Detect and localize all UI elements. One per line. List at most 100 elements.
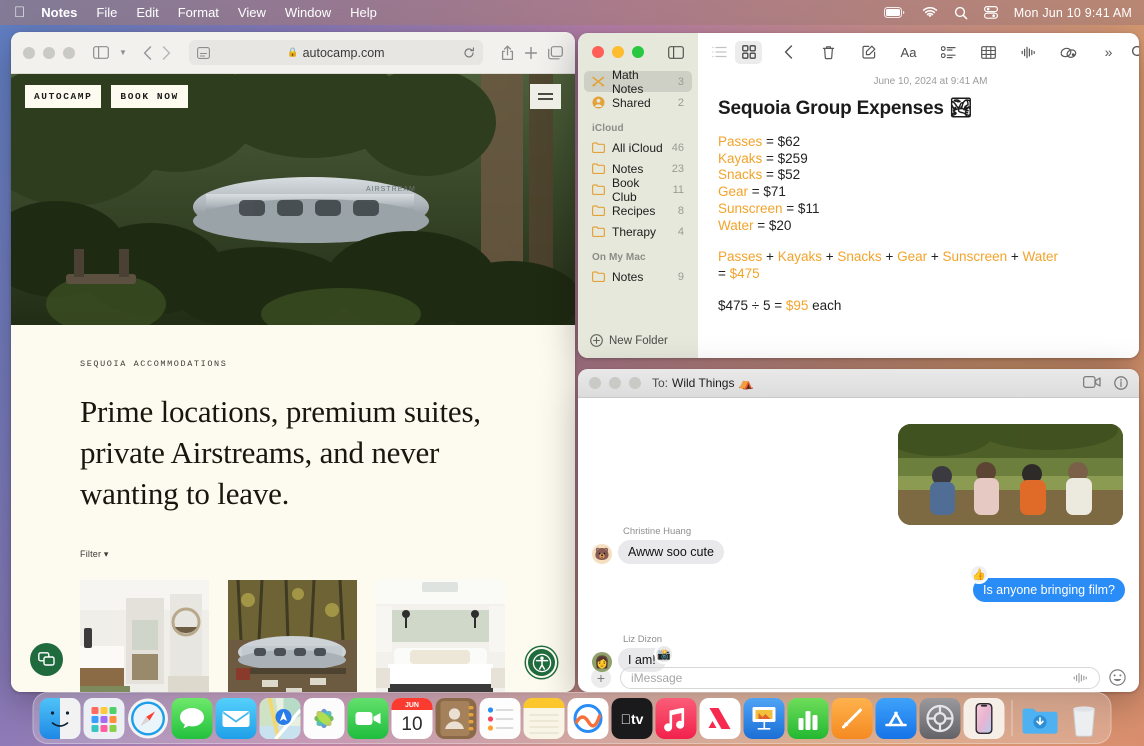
thumbnail-item[interactable] bbox=[376, 580, 505, 692]
reload-icon[interactable] bbox=[463, 47, 475, 59]
sidebar-toggle-icon[interactable] bbox=[668, 46, 684, 59]
sidebar-folder-local-notes[interactable]: Notes 9 bbox=[584, 266, 692, 287]
sidebar-folder-therapy[interactable]: Therapy 4 bbox=[584, 221, 692, 242]
tapback-thumbsup[interactable]: 👍 bbox=[969, 564, 989, 584]
minimize-button[interactable] bbox=[609, 377, 621, 389]
dock-item-messages[interactable] bbox=[172, 698, 213, 739]
dock-item-calendar[interactable]: JUN10 bbox=[392, 698, 433, 739]
sidebar-folder-all-icloud[interactable]: All iCloud 46 bbox=[584, 137, 692, 158]
dock-item-news[interactable] bbox=[700, 698, 741, 739]
message-input[interactable]: iMessage bbox=[620, 667, 1100, 689]
site-logo[interactable]: AUTOCAMP bbox=[25, 85, 101, 108]
menu-item-app[interactable]: Notes bbox=[41, 5, 77, 20]
minimize-button[interactable] bbox=[43, 47, 55, 59]
markup-link-icon[interactable] bbox=[1055, 41, 1082, 64]
hamburger-menu-icon[interactable] bbox=[530, 84, 561, 109]
menu-item-file[interactable]: File bbox=[96, 5, 117, 20]
search-icon[interactable] bbox=[1124, 41, 1139, 64]
book-now-button[interactable]: BOOK NOW bbox=[111, 85, 187, 108]
menu-item-edit[interactable]: Edit bbox=[136, 5, 158, 20]
dock-item-finder[interactable] bbox=[40, 698, 81, 739]
audio-icon[interactable] bbox=[1015, 41, 1042, 64]
dock-item-tv[interactable]: tv bbox=[612, 698, 653, 739]
window-controls[interactable] bbox=[23, 47, 75, 59]
recipient-field[interactable]: To: Wild Things ⛺️ bbox=[652, 376, 753, 390]
menu-bar-clock[interactable]: Mon Jun 10 9:41 AM bbox=[1014, 6, 1132, 20]
tapback-camera[interactable]: 📸 bbox=[654, 644, 674, 664]
accessibility-fab-button[interactable] bbox=[526, 647, 557, 678]
menu-item-format[interactable]: Format bbox=[178, 5, 219, 20]
dock-item-pages[interactable] bbox=[832, 698, 873, 739]
info-circle-icon[interactable] bbox=[1114, 376, 1128, 390]
trash-icon[interactable] bbox=[815, 41, 842, 64]
chat-fab-button[interactable] bbox=[30, 643, 63, 676]
facetime-video-icon[interactable] bbox=[1083, 376, 1101, 390]
back-button[interactable] bbox=[143, 46, 152, 60]
menu-item-help[interactable]: Help bbox=[350, 5, 377, 20]
dock-item-maps[interactable] bbox=[260, 698, 301, 739]
dock-item-music[interactable] bbox=[656, 698, 697, 739]
dock-item-facetime[interactable] bbox=[348, 698, 389, 739]
dock-item-photos[interactable] bbox=[304, 698, 345, 739]
control-center-icon[interactable] bbox=[984, 6, 998, 19]
chevron-down-icon[interactable]: ▼ bbox=[119, 48, 127, 57]
emoji-smiley-icon[interactable] bbox=[1109, 669, 1126, 686]
zoom-button[interactable] bbox=[632, 46, 644, 58]
new-tab-icon[interactable] bbox=[524, 46, 538, 60]
dock-item-trash[interactable] bbox=[1064, 698, 1105, 739]
more-chevrons-icon[interactable]: » bbox=[1095, 41, 1122, 64]
dock-item-app-store[interactable] bbox=[876, 698, 917, 739]
close-button[interactable] bbox=[589, 377, 601, 389]
dock-item-safari[interactable] bbox=[128, 698, 169, 739]
compose-icon[interactable] bbox=[855, 41, 882, 64]
zoom-button[interactable] bbox=[629, 377, 641, 389]
tab-overview-icon[interactable] bbox=[548, 46, 563, 60]
sidebar-folder-book-club[interactable]: Book Club 11 bbox=[584, 179, 692, 200]
reader-icon[interactable] bbox=[197, 47, 210, 59]
format-aa-icon[interactable]: Aa bbox=[895, 41, 922, 64]
dock-item-numbers[interactable] bbox=[788, 698, 829, 739]
dock-item-launchpad[interactable] bbox=[84, 698, 125, 739]
sidebar-item-shared[interactable]: Shared 2 bbox=[584, 92, 692, 113]
dock-item-downloads[interactable] bbox=[1020, 698, 1061, 739]
photo-message-attachment[interactable] bbox=[898, 424, 1123, 525]
back-icon[interactable] bbox=[775, 41, 802, 64]
audio-waveform-icon[interactable] bbox=[1073, 672, 1089, 684]
thumbnail-item[interactable] bbox=[80, 580, 209, 692]
menu-item-view[interactable]: View bbox=[238, 5, 266, 20]
thumbnail-item[interactable] bbox=[228, 580, 357, 692]
sidebar-icon[interactable] bbox=[93, 46, 109, 59]
dock-item-contacts[interactable] bbox=[436, 698, 477, 739]
dock-item-notes[interactable] bbox=[524, 698, 565, 739]
menu-item-window[interactable]: Window bbox=[285, 5, 331, 20]
battery-icon[interactable] bbox=[884, 7, 906, 18]
minimize-button[interactable] bbox=[612, 46, 624, 58]
close-button[interactable] bbox=[592, 46, 604, 58]
avatar[interactable]: 🐻 bbox=[592, 544, 612, 564]
new-folder-button[interactable]: New Folder bbox=[578, 334, 698, 358]
share-icon[interactable] bbox=[501, 45, 514, 61]
dock-item-freeform[interactable] bbox=[568, 698, 609, 739]
table-icon[interactable] bbox=[975, 41, 1002, 64]
filter-control[interactable]: Filter ▾ bbox=[80, 549, 575, 560]
search-icon[interactable] bbox=[954, 6, 968, 20]
sidebar-folder-recipes[interactable]: Recipes 8 bbox=[584, 200, 692, 221]
note-body[interactable]: June 10, 2024 at 9:41 AM Sequoia Group E… bbox=[698, 71, 1139, 314]
apple-logo-icon[interactable]:  bbox=[14, 5, 25, 20]
grid-view-icon[interactable] bbox=[735, 41, 762, 64]
forward-button[interactable] bbox=[162, 46, 171, 60]
window-controls[interactable] bbox=[592, 46, 644, 58]
dock-item-iphone-mirroring[interactable] bbox=[964, 698, 1005, 739]
wifi-icon[interactable] bbox=[922, 7, 938, 19]
dock-item-keynote[interactable] bbox=[744, 698, 785, 739]
avatar[interactable]: 👩 bbox=[592, 652, 612, 672]
message-bubble[interactable]: Is anyone bringing film? bbox=[973, 578, 1125, 602]
list-view-icon[interactable] bbox=[706, 41, 733, 64]
window-controls[interactable] bbox=[589, 377, 641, 389]
zoom-button[interactable] bbox=[63, 47, 75, 59]
address-bar[interactable]: 🔒 autocamp.com bbox=[189, 40, 483, 65]
dock-item-system-settings[interactable] bbox=[920, 698, 961, 739]
dock-item-reminders[interactable] bbox=[480, 698, 521, 739]
sidebar-item-math-notes[interactable]: Math Notes 3 bbox=[584, 71, 692, 92]
dock-item-mail[interactable] bbox=[216, 698, 257, 739]
